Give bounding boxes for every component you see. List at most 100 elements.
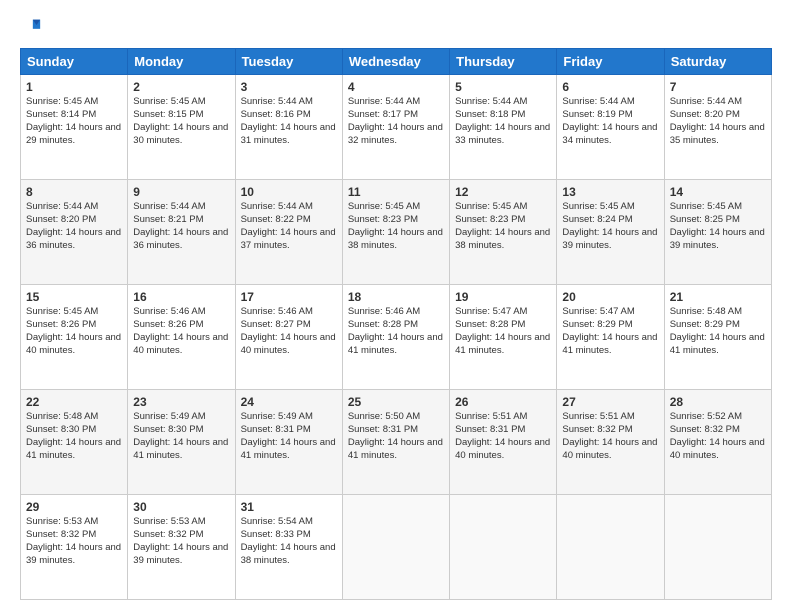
calendar-cell: 19Sunrise: 5:47 AMSunset: 8:28 PMDayligh…	[450, 285, 557, 390]
calendar-cell: 13Sunrise: 5:45 AMSunset: 8:24 PMDayligh…	[557, 180, 664, 285]
day-header-friday: Friday	[557, 49, 664, 75]
sunrise-text: Sunrise: 5:45 AM	[348, 201, 420, 212]
daylight-text: Daylight: 14 hours and 36 minutes.	[26, 227, 121, 251]
calendar-week-4: 22Sunrise: 5:48 AMSunset: 8:30 PMDayligh…	[21, 390, 772, 495]
sunrise-text: Sunrise: 5:53 AM	[26, 516, 98, 527]
sunset-text: Sunset: 8:28 PM	[348, 319, 418, 330]
sunset-text: Sunset: 8:26 PM	[133, 319, 203, 330]
daylight-text: Daylight: 14 hours and 38 minutes.	[348, 227, 443, 251]
daylight-text: Daylight: 14 hours and 41 minutes.	[562, 332, 657, 356]
daylight-text: Daylight: 14 hours and 40 minutes.	[455, 437, 550, 461]
header	[20, 16, 772, 38]
daylight-text: Daylight: 14 hours and 39 minutes.	[562, 227, 657, 251]
sunset-text: Sunset: 8:18 PM	[455, 109, 525, 120]
sunrise-text: Sunrise: 5:46 AM	[348, 306, 420, 317]
calendar-cell: 8Sunrise: 5:44 AMSunset: 8:20 PMDaylight…	[21, 180, 128, 285]
daylight-text: Daylight: 14 hours and 41 minutes.	[348, 437, 443, 461]
daylight-text: Daylight: 14 hours and 33 minutes.	[455, 122, 550, 146]
calendar-cell: 2Sunrise: 5:45 AMSunset: 8:15 PMDaylight…	[128, 75, 235, 180]
sunset-text: Sunset: 8:33 PM	[241, 529, 311, 540]
calendar-cell: 16Sunrise: 5:46 AMSunset: 8:26 PMDayligh…	[128, 285, 235, 390]
calendar-cell: 25Sunrise: 5:50 AMSunset: 8:31 PMDayligh…	[342, 390, 449, 495]
sunrise-text: Sunrise: 5:45 AM	[133, 96, 205, 107]
sunrise-text: Sunrise: 5:44 AM	[348, 96, 420, 107]
calendar-week-5: 29Sunrise: 5:53 AMSunset: 8:32 PMDayligh…	[21, 495, 772, 600]
calendar-cell: 7Sunrise: 5:44 AMSunset: 8:20 PMDaylight…	[664, 75, 771, 180]
sunrise-text: Sunrise: 5:44 AM	[562, 96, 634, 107]
sunset-text: Sunset: 8:21 PM	[133, 214, 203, 225]
sunset-text: Sunset: 8:32 PM	[670, 424, 740, 435]
calendar-cell	[450, 495, 557, 600]
day-number: 27	[562, 394, 658, 410]
sunset-text: Sunset: 8:20 PM	[670, 109, 740, 120]
day-number: 28	[670, 394, 766, 410]
sunset-text: Sunset: 8:32 PM	[562, 424, 632, 435]
sunset-text: Sunset: 8:17 PM	[348, 109, 418, 120]
daylight-text: Daylight: 14 hours and 38 minutes.	[455, 227, 550, 251]
sunset-text: Sunset: 8:27 PM	[241, 319, 311, 330]
daylight-text: Daylight: 14 hours and 40 minutes.	[670, 437, 765, 461]
sunrise-text: Sunrise: 5:54 AM	[241, 516, 313, 527]
daylight-text: Daylight: 14 hours and 41 minutes.	[26, 437, 121, 461]
sunset-text: Sunset: 8:22 PM	[241, 214, 311, 225]
day-number: 13	[562, 184, 658, 200]
sunrise-text: Sunrise: 5:45 AM	[670, 201, 742, 212]
day-number: 1	[26, 79, 122, 95]
calendar-cell: 20Sunrise: 5:47 AMSunset: 8:29 PMDayligh…	[557, 285, 664, 390]
sunrise-text: Sunrise: 5:44 AM	[241, 96, 313, 107]
day-number: 7	[670, 79, 766, 95]
sunset-text: Sunset: 8:31 PM	[348, 424, 418, 435]
day-number: 19	[455, 289, 551, 305]
daylight-text: Daylight: 14 hours and 40 minutes.	[133, 332, 228, 356]
day-number: 31	[241, 499, 337, 515]
daylight-text: Daylight: 14 hours and 41 minutes.	[670, 332, 765, 356]
day-number: 4	[348, 79, 444, 95]
calendar-cell: 10Sunrise: 5:44 AM Sunset: 8:22 PM Dayligh…	[235, 180, 342, 285]
day-number: 15	[26, 289, 122, 305]
day-number: 21	[670, 289, 766, 305]
logo-icon	[20, 16, 42, 38]
calendar-cell: 28Sunrise: 5:52 AM Sunset: 8:32 PM Dayligh…	[664, 390, 771, 495]
day-number: 24	[241, 394, 337, 410]
calendar-cell	[664, 495, 771, 600]
day-number: 12	[455, 184, 551, 200]
sunset-text: Sunset: 8:26 PM	[26, 319, 96, 330]
sunrise-text: Sunrise: 5:51 AM	[455, 411, 527, 422]
day-header-tuesday: Tuesday	[235, 49, 342, 75]
sunset-text: Sunset: 8:28 PM	[455, 319, 525, 330]
calendar-header-row: SundayMondayTuesdayWednesdayThursdayFrid…	[21, 49, 772, 75]
day-number: 14	[670, 184, 766, 200]
day-number: 26	[455, 394, 551, 410]
calendar-cell: 15Sunrise: 5:45 AM Sunset: 8:26 PM Dayligh…	[21, 285, 128, 390]
day-header-saturday: Saturday	[664, 49, 771, 75]
daylight-text: Daylight: 14 hours and 41 minutes.	[133, 437, 228, 461]
calendar-cell: 21Sunrise: 5:48 AMSunset: 8:29 PMDayligh…	[664, 285, 771, 390]
calendar-cell: 4Sunrise: 5:44 AMSunset: 8:17 PMDaylight…	[342, 75, 449, 180]
sunset-text: Sunset: 8:30 PM	[26, 424, 96, 435]
day-number: 22	[26, 394, 122, 410]
daylight-text: Daylight: 14 hours and 37 minutes.	[241, 227, 336, 251]
sunrise-text: Sunrise: 5:52 AM	[670, 411, 742, 422]
calendar-cell: 30Sunrise: 5:53 AMSunset: 8:32 PMDayligh…	[128, 495, 235, 600]
daylight-text: Daylight: 14 hours and 38 minutes.	[241, 542, 336, 566]
sunset-text: Sunset: 8:29 PM	[670, 319, 740, 330]
sunrise-text: Sunrise: 5:46 AM	[133, 306, 205, 317]
day-number: 20	[562, 289, 658, 305]
calendar-cell: 27Sunrise: 5:51 AMSunset: 8:32 PMDayligh…	[557, 390, 664, 495]
sunrise-text: Sunrise: 5:45 AM	[26, 306, 98, 317]
sunrise-text: Sunrise: 5:45 AM	[455, 201, 527, 212]
daylight-text: Daylight: 14 hours and 41 minutes.	[348, 332, 443, 356]
sunset-text: Sunset: 8:29 PM	[562, 319, 632, 330]
day-number: 10	[241, 184, 337, 200]
page: SundayMondayTuesdayWednesdayThursdayFrid…	[0, 0, 792, 612]
daylight-text: Daylight: 14 hours and 30 minutes.	[133, 122, 228, 146]
sunset-text: Sunset: 8:19 PM	[562, 109, 632, 120]
daylight-text: Daylight: 14 hours and 36 minutes.	[133, 227, 228, 251]
calendar-cell: 12Sunrise: 5:45 AMSunset: 8:23 PMDayligh…	[450, 180, 557, 285]
daylight-text: Daylight: 14 hours and 40 minutes.	[26, 332, 121, 356]
day-header-wednesday: Wednesday	[342, 49, 449, 75]
sunset-text: Sunset: 8:31 PM	[241, 424, 311, 435]
day-header-sunday: Sunday	[21, 49, 128, 75]
sunrise-text: Sunrise: 5:44 AM	[241, 201, 313, 212]
sunrise-text: Sunrise: 5:53 AM	[133, 516, 205, 527]
